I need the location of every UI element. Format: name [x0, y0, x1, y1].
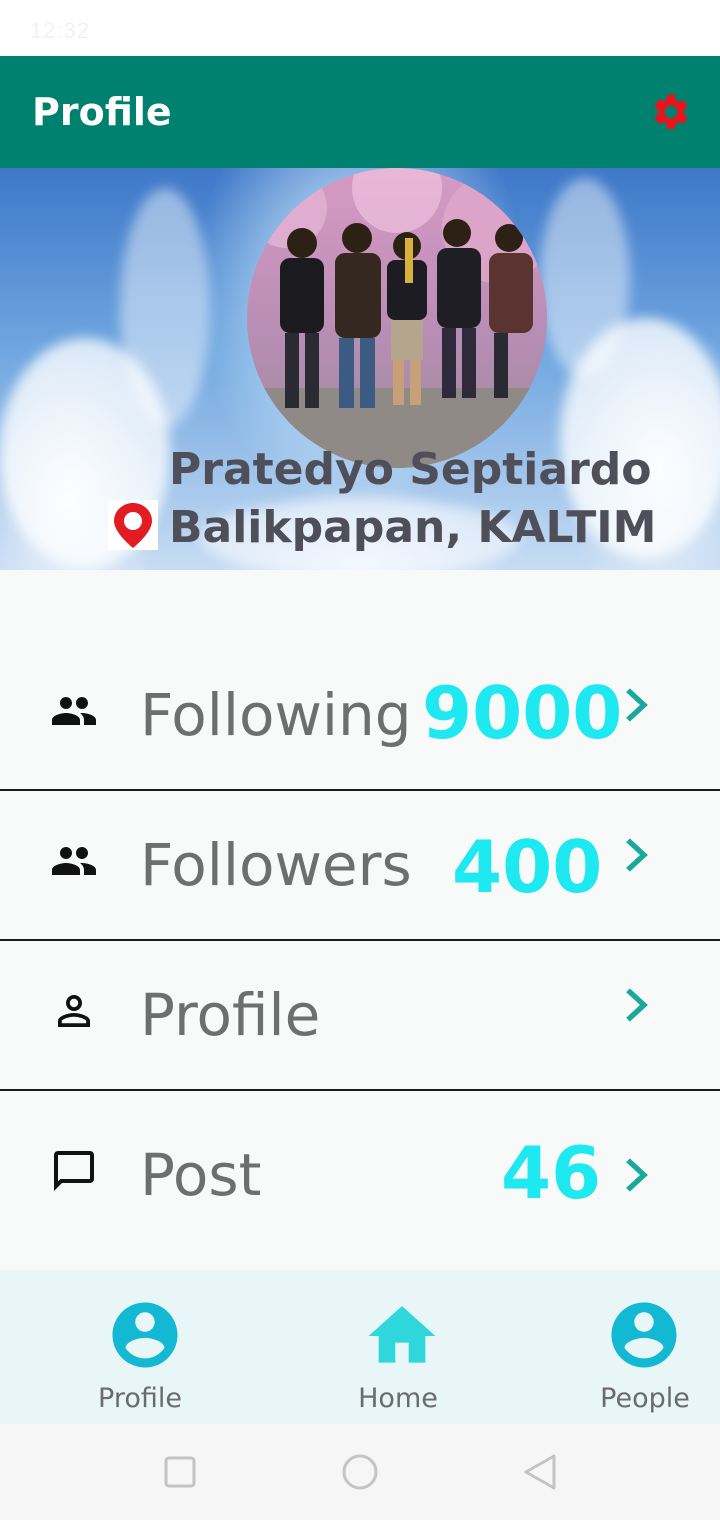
- people-icon: [52, 697, 96, 725]
- profile-photo[interactable]: [247, 168, 547, 468]
- app-bar: Profile: [0, 56, 720, 168]
- profile-header: Pratedyo Septiardo Balikpapan, KALTIM: [0, 168, 720, 570]
- menu-row-following[interactable]: Following 9000: [0, 641, 720, 791]
- comment-icon: [54, 1151, 94, 1191]
- followers-count: 400: [452, 825, 603, 909]
- menu-label-post: Post: [140, 1141, 262, 1209]
- chevron-right-icon: [626, 988, 648, 1022]
- home-button[interactable]: [340, 1454, 380, 1494]
- chevron-right-icon: [626, 838, 648, 872]
- recents-button[interactable]: [164, 1454, 196, 1490]
- gear-icon[interactable]: [650, 91, 692, 133]
- cloud-decoration: [120, 188, 210, 428]
- back-button[interactable]: [522, 1454, 558, 1494]
- system-navigation-bar: [0, 1424, 720, 1520]
- menu-row-followers[interactable]: Followers 400: [0, 791, 720, 941]
- account-circle-icon: [112, 1302, 178, 1368]
- chevron-right-icon: [626, 688, 648, 722]
- status-time: 12:32: [30, 18, 91, 43]
- location-pin-icon: [108, 500, 158, 550]
- menu-label-followers: Followers: [140, 831, 412, 899]
- nav-item-people[interactable]: People: [585, 1270, 705, 1424]
- nav-label-people: People: [600, 1383, 690, 1414]
- profile-location: Balikpapan, KALTIM: [169, 502, 657, 553]
- nav-item-home[interactable]: Home: [318, 1270, 478, 1424]
- page-title: Profile: [32, 90, 172, 134]
- menu-label-profile: Profile: [140, 981, 321, 1049]
- cloud-decoration: [540, 178, 630, 378]
- menu-row-post[interactable]: Post 46: [0, 1091, 720, 1241]
- menu-label-following: Following: [140, 681, 412, 749]
- profile-name: Pratedyo Septiardo: [169, 444, 652, 495]
- person-icon: [58, 995, 90, 1027]
- status-bar: 12:32: [0, 0, 720, 56]
- following-count: 9000: [422, 671, 623, 755]
- nav-item-profile[interactable]: Profile: [60, 1270, 220, 1424]
- menu-row-profile[interactable]: Profile: [0, 941, 720, 1091]
- chevron-right-icon: [626, 1158, 648, 1192]
- nav-label-profile: Profile: [98, 1383, 182, 1414]
- account-circle-icon: [611, 1302, 677, 1368]
- group-photo-image: [247, 168, 547, 468]
- nav-label-home: Home: [358, 1383, 438, 1414]
- people-icon: [52, 847, 96, 875]
- home-icon: [368, 1306, 436, 1363]
- bottom-navigation: Profile Home People: [0, 1270, 720, 1424]
- post-count: 46: [501, 1131, 602, 1215]
